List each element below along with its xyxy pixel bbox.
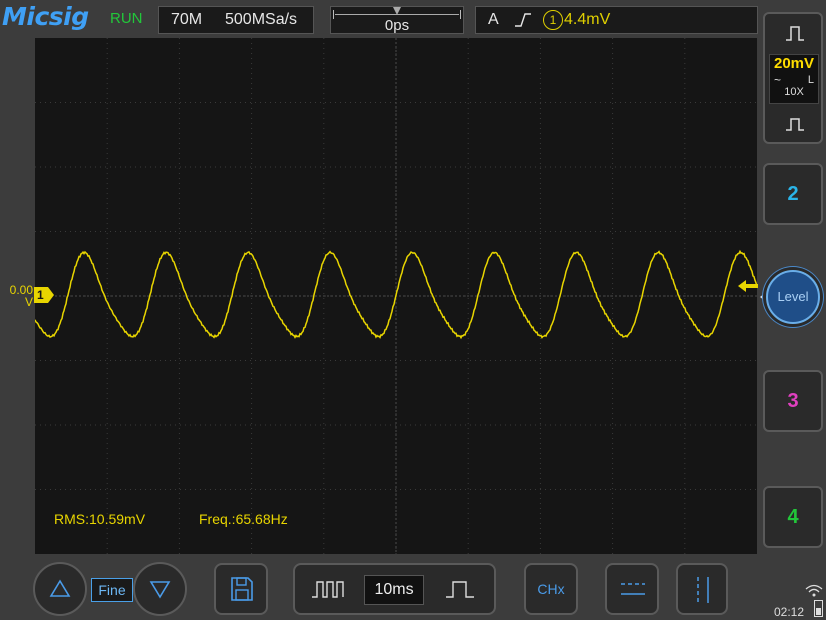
- bandwidth-label: 70M: [171, 11, 203, 28]
- triangle-up-icon: [49, 579, 71, 597]
- pulse-up-icon[interactable]: [785, 24, 805, 42]
- increment-button[interactable]: [33, 562, 87, 616]
- trigger-level-arrow-icon[interactable]: [738, 280, 758, 292]
- save-icon: [231, 577, 253, 601]
- vertical-cursor-button[interactable]: [676, 563, 728, 615]
- ch3-button[interactable]: 3: [763, 370, 823, 432]
- trigger-position-value: 0ps: [384, 17, 410, 34]
- trigger-level-value: 4.4mV: [564, 11, 611, 28]
- ch4-button[interactable]: 4: [763, 486, 823, 548]
- acquisition-info[interactable]: 70M 500MSa/s: [158, 6, 314, 34]
- rising-edge-icon: [514, 11, 532, 29]
- timebase-value[interactable]: 10ms: [364, 575, 424, 605]
- ch1-bandwidth-limit: L: [807, 74, 814, 86]
- channel1-waveform: [35, 249, 757, 340]
- pulse-down-icon[interactable]: [785, 114, 805, 132]
- trigger-info[interactable]: A 1 4.4mV: [475, 6, 758, 34]
- run-stop-status[interactable]: RUN: [110, 9, 143, 29]
- timebase-control: 10ms: [293, 563, 496, 615]
- clock-time: 02:12: [774, 605, 805, 619]
- wifi-icon: [805, 584, 823, 597]
- adjust-control-group: Fine: [33, 562, 187, 616]
- triangle-down-icon: [149, 581, 171, 599]
- level-pointer-icon: [760, 293, 765, 301]
- waveform-display[interactable]: [35, 38, 757, 554]
- battery-icon: [814, 600, 823, 617]
- decrement-button[interactable]: [133, 562, 187, 616]
- ch1-probe-ratio: 10X: [784, 86, 804, 98]
- ch1-coupling-icon: ~: [774, 73, 782, 87]
- sample-rate-label: 500MSa/s: [225, 11, 298, 28]
- frequency-measurement[interactable]: Freq.:65.68Hz: [199, 510, 288, 528]
- rms-measurement[interactable]: RMS:10.59mV: [54, 510, 145, 528]
- vertical-cursor-icon: [697, 577, 709, 603]
- channel-select-button[interactable]: CHx: [524, 563, 578, 615]
- horizontal-cursor-button[interactable]: [605, 563, 659, 615]
- trigger-level-knob[interactable]: Level: [766, 270, 820, 324]
- ch1-vdiv-value: 20mV: [773, 55, 815, 72]
- ch2-button[interactable]: 2: [763, 163, 823, 225]
- timebase-decrease-icon[interactable]: [311, 579, 345, 599]
- fine-toggle[interactable]: Fine: [91, 578, 133, 602]
- ch1-vertical-panel[interactable]: 20mV ~ L 10X: [763, 12, 823, 144]
- ch1-trace: [35, 249, 757, 340]
- timebase-increase-icon[interactable]: [445, 579, 475, 599]
- horizontal-cursor-icon: [621, 583, 645, 595]
- micsig-logo: Micsig: [2, 2, 89, 31]
- trigger-mode-label: A: [488, 11, 499, 28]
- ch1-offset-label: 0.00 V: [9, 283, 33, 309]
- ch1-vdiv-box[interactable]: 20mV ~ L 10X: [769, 54, 819, 104]
- horizontal-position-info[interactable]: 0ps: [330, 6, 464, 34]
- trigger-source-badge: 1: [543, 10, 563, 30]
- save-button[interactable]: [214, 563, 268, 615]
